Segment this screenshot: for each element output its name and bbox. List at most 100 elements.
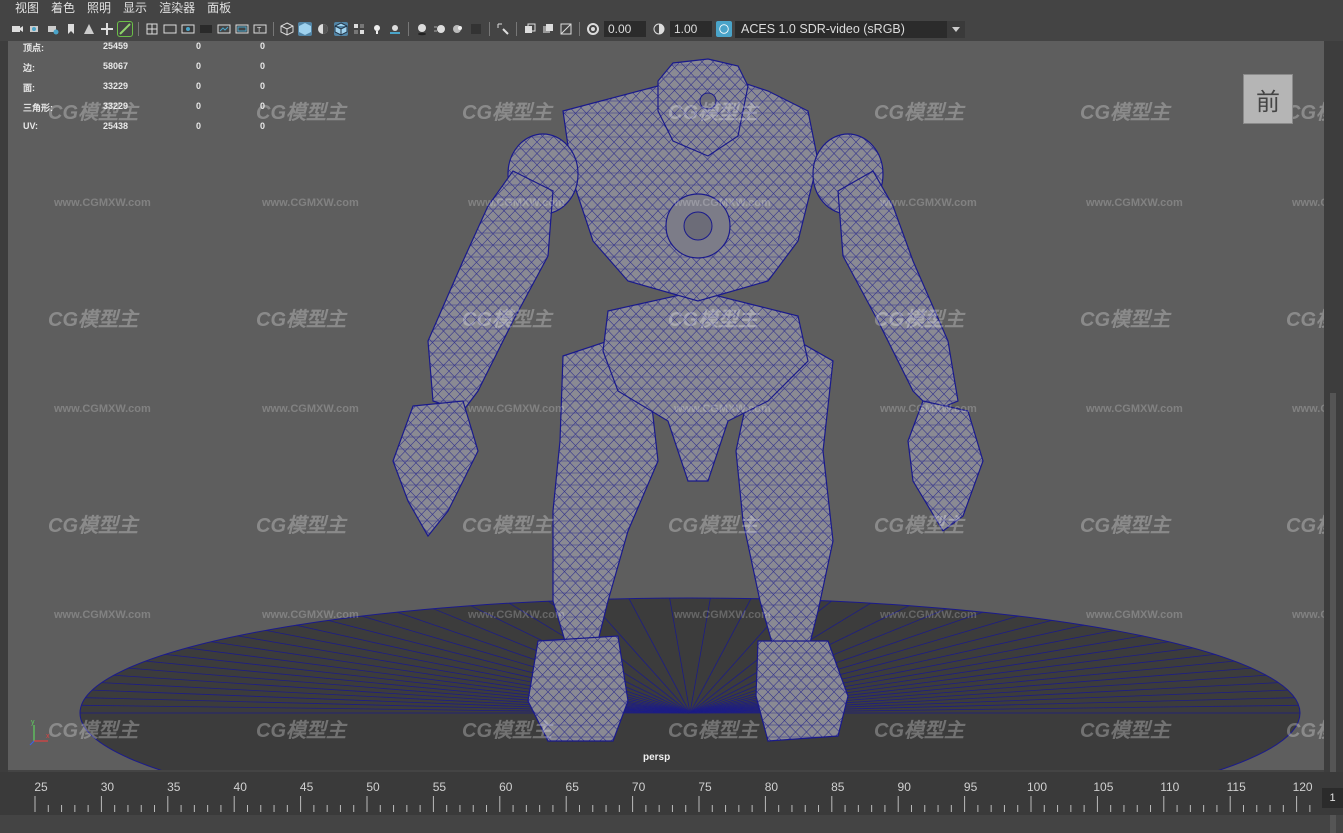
timeline-tick-label: 30: [101, 780, 115, 794]
wire-line: [8, 41, 106, 770]
timeline-tick-label: 55: [433, 780, 447, 794]
wire-line: [8, 41, 95, 770]
wire-line: [8, 41, 117, 770]
left-arm: [427, 170, 554, 412]
safe-area-icon[interactable]: [235, 22, 249, 36]
current-frame-field[interactable]: 1: [1322, 788, 1343, 808]
exposure-icon[interactable]: [586, 22, 600, 36]
wire-line: [1232, 41, 1324, 770]
timeline-tick-label: 120: [1293, 780, 1313, 794]
gamma-field[interactable]: 1.00: [670, 21, 712, 37]
lights-icon[interactable]: [370, 22, 384, 36]
head-eye: [699, 92, 717, 110]
wire-line: [1287, 41, 1324, 770]
film-gate-icon[interactable]: [163, 22, 177, 36]
textured-icon[interactable]: [352, 22, 366, 36]
timeline-tick-label: 95: [964, 780, 978, 794]
grease-pencil-icon[interactable]: [117, 21, 133, 37]
smooth-shade-icon[interactable]: [298, 22, 312, 36]
wire-line: [8, 41, 73, 770]
chevron-down-icon[interactable]: [947, 20, 965, 38]
left-panel-border: [0, 41, 8, 772]
timeline-tick-label: 50: [366, 780, 380, 794]
hud-value: 0: [196, 101, 202, 111]
color-management-view-value: ACES 1.0 SDR-video (sRGB): [741, 21, 905, 36]
camera-select-icon[interactable]: [10, 22, 24, 36]
anti-alias-icon[interactable]: [451, 22, 465, 36]
menu-shading[interactable]: 着色: [45, 0, 81, 17]
hud-value: 0: [260, 81, 266, 91]
camera-attributes-icon[interactable]: [28, 22, 42, 36]
view-cube[interactable]: 前: [1243, 74, 1293, 124]
isolate-select-icon[interactable]: [496, 22, 510, 36]
hud-value: 0: [196, 121, 202, 131]
wire-line: [1243, 41, 1324, 770]
hud-value: 0: [260, 121, 266, 131]
image-plane-icon[interactable]: [82, 22, 96, 36]
wire-line: [8, 41, 95, 770]
wire-line: [1221, 41, 1324, 770]
menu-panels[interactable]: 面板: [201, 0, 237, 17]
svg-text:T: T: [257, 27, 262, 34]
grid-icon[interactable]: [145, 22, 159, 36]
backface-culling-icon[interactable]: [559, 22, 573, 36]
hud-value: 25438: [103, 121, 129, 131]
wireframe-on-shaded-icon[interactable]: [334, 22, 348, 36]
motion-blur-icon[interactable]: [433, 22, 447, 36]
persp-viewport[interactable]: CG模型主CG模型主CG模型主CG模型主CG模型主CG模型主CG模型主CG模型主…: [8, 41, 1324, 770]
timeline-tick-label: 115: [1227, 780, 1246, 794]
timeline-tick-label: 35: [167, 780, 181, 794]
resolution-gate-icon[interactable]: [181, 22, 195, 36]
wire-line: [1276, 41, 1324, 770]
menu-lighting[interactable]: 照明: [81, 0, 117, 17]
wire-line: [8, 41, 62, 770]
color-management-icon[interactable]: [716, 21, 732, 37]
default-material-icon[interactable]: [316, 22, 330, 36]
time-ruler[interactable]: 25 30 35 40 45 50 55 60 65 70 75 80 85 90 95 100 105 110 1…: [0, 772, 1320, 815]
depth-of-field-icon[interactable]: [469, 22, 483, 36]
timeline-tick-label: 60: [499, 780, 513, 794]
wire-line: [8, 41, 73, 770]
safe-title-icon[interactable]: T: [253, 22, 267, 36]
screen-space-ao-icon[interactable]: [415, 22, 429, 36]
time-slider[interactable]: 25 30 35 40 45 50 55 60 65 70 75 80 85 90 95 100 105 110 1…: [0, 772, 1343, 815]
viewport-toolbar: T 0.00 1.00 ACES 1.0 SDR-video (sRGB): [0, 17, 1343, 42]
wire-line: [1276, 41, 1324, 770]
timeline-tick-label: 105: [1093, 780, 1113, 794]
wire-line: [1298, 41, 1324, 770]
field-chart-icon[interactable]: [217, 22, 231, 36]
wire-line: [8, 41, 128, 770]
right-panel-border: [1324, 41, 1343, 833]
wire-line: [8, 41, 150, 770]
wire-line: [8, 41, 117, 770]
hud-value: 0: [196, 81, 202, 91]
wire-line: [8, 41, 106, 770]
wire-line: [8, 41, 161, 770]
menu-show[interactable]: 显示: [117, 0, 153, 17]
hud-value: 33229: [103, 101, 129, 111]
two-d-pan-zoom-icon[interactable]: [100, 22, 114, 36]
timeline-tick-label: 85: [831, 780, 845, 794]
bookmark-icon[interactable]: [64, 22, 78, 36]
wireframe-icon[interactable]: [280, 22, 294, 36]
wire-line: [8, 41, 40, 770]
wire-line: [8, 41, 29, 770]
hud-value: 25459: [103, 41, 129, 51]
exposure-field[interactable]: 0.00: [604, 21, 646, 37]
wire-line: [1309, 41, 1324, 770]
shadows-icon[interactable]: [388, 22, 402, 36]
xray-joints-icon[interactable]: [541, 22, 555, 36]
color-management-view-select[interactable]: ACES 1.0 SDR-video (sRGB): [735, 20, 965, 38]
hud-value: 0: [260, 101, 266, 111]
menu-view[interactable]: 视图: [0, 0, 45, 17]
scrollbar[interactable]: [1330, 393, 1336, 833]
camera-lock-icon[interactable]: [46, 22, 60, 36]
wire-line: [8, 41, 18, 770]
gate-mask-icon[interactable]: [199, 22, 213, 36]
xray-icon[interactable]: [523, 22, 537, 36]
wire-line: [1232, 41, 1324, 770]
gamma-icon[interactable]: [652, 22, 666, 36]
hud-value: 58067: [103, 61, 129, 71]
camera-name-label: persp: [643, 752, 671, 763]
menu-renderer[interactable]: 渲染器: [153, 0, 201, 17]
